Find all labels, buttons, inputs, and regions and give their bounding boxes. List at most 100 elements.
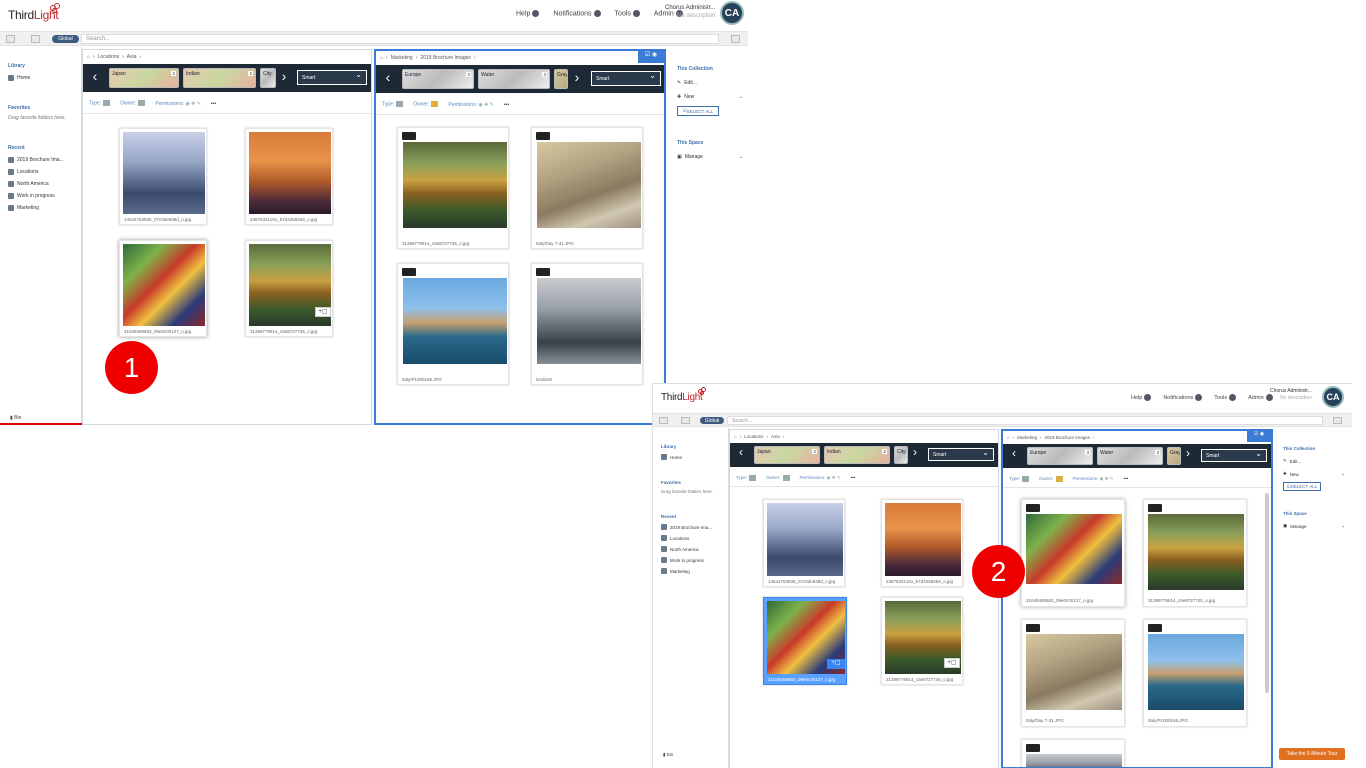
search-input[interactable]: Search... (727, 416, 1323, 425)
owner-filter[interactable]: Owner: (1039, 475, 1063, 482)
asset-card-selected[interactable]: 31049459683_09e0c00127_o.jpg +▢ (763, 597, 847, 685)
toggle-right-panel-button[interactable] (1333, 417, 1342, 424)
sort-dropdown[interactable]: Smart (928, 448, 994, 461)
manage-menu[interactable]: ▣ Manage ⌄ (1283, 523, 1345, 529)
bin-link[interactable]: ▮ Bin (10, 415, 21, 421)
tools-link[interactable]: Tools (1214, 394, 1237, 401)
recent-item[interactable]: Marketing (661, 568, 720, 574)
toggle-left-panel-button[interactable] (6, 35, 15, 43)
chevron-left-icon[interactable]: ‹ (1005, 446, 1023, 460)
asset-card[interactable]: 23876331191_b7d4258459_o.jpg (245, 128, 333, 225)
subfolder-chip[interactable]: Japan 2 (109, 68, 179, 88)
asset-card[interactable]: london0 (531, 263, 643, 385)
avatar[interactable]: CA (720, 1, 744, 25)
breadcrumb-item[interactable]: Asia (127, 54, 137, 60)
subfolder-chip[interactable]: City (894, 446, 908, 464)
add-to-collection-icon[interactable]: +▢ (944, 658, 960, 668)
recent-item[interactable]: 2019 Brochure Ima... (661, 524, 720, 530)
sidebar-item-home[interactable]: Home (8, 75, 73, 81)
breadcrumb-item[interactable]: Marketing (1017, 435, 1037, 440)
recent-item[interactable]: Work in progress (661, 557, 720, 563)
asset-card[interactable]: Italy/Day 7-31.JPG (1021, 619, 1125, 727)
breadcrumb-item[interactable]: Asia (771, 434, 780, 439)
owner-filter[interactable]: Owner: (766, 474, 790, 481)
recent-item[interactable]: Marketing (8, 205, 73, 211)
subfolder-chip[interactable]: Europe 3 (1027, 447, 1093, 465)
bin-link[interactable]: ▮ Bin (663, 752, 673, 758)
subfolder-chip[interactable]: Gray (1167, 447, 1181, 465)
breadcrumb-item[interactable]: Marketing (391, 55, 413, 61)
breadcrumb-item[interactable]: Locations (98, 54, 119, 60)
select-all-button[interactable]: ☑ SELECT ALL (1283, 482, 1321, 491)
recent-item[interactable]: Work in progress (8, 193, 73, 199)
asset-card[interactable]: 31389776814_c5e8727745_o.jpg (397, 127, 509, 249)
chevron-left-icon[interactable]: ‹ (732, 445, 750, 459)
subfolder-chip[interactable]: Water 3 (1097, 447, 1163, 465)
subfolder-chip[interactable]: Europe 3 (402, 69, 474, 89)
asset-card[interactable]: Italy/Day 7-31.JPG (531, 127, 643, 249)
home-icon[interactable]: ⌂ (734, 434, 737, 439)
avatar[interactable]: CA (1322, 386, 1344, 408)
subfolder-chip[interactable]: City (260, 68, 276, 88)
manage-menu[interactable]: ▣ Manage ⌄ (677, 154, 743, 160)
select-all-button[interactable]: ☑ SELECT ALL (677, 106, 719, 116)
more-filters-button[interactable]: ••• (504, 102, 509, 108)
subfolder-chip[interactable]: Japan 2 (754, 446, 820, 464)
asset-card[interactable] (1021, 739, 1125, 767)
home-icon[interactable]: ⌂ (380, 55, 383, 61)
chevron-right-icon[interactable]: › (1181, 446, 1195, 460)
sidebar-item-home[interactable]: Home (661, 454, 720, 460)
chevron-left-icon[interactable]: ‹ (85, 68, 105, 84)
recent-item[interactable]: Locations (661, 535, 720, 541)
owner-filter[interactable]: Owner: (413, 101, 439, 108)
toggle-view-button[interactable] (681, 417, 690, 424)
pane-actions-icon[interactable]: ☑ ◉ (1247, 431, 1271, 442)
type-filter[interactable]: Type: (382, 101, 404, 108)
permissions-filter[interactable]: Permissions: ◉ ✥ ✎ (1073, 476, 1114, 482)
subfolder-chip[interactable]: Water 3 (478, 69, 550, 89)
type-filter[interactable]: Type: (89, 100, 111, 107)
asset-card[interactable]: 31389776814_c5e8727745_o.jpg +▢ (245, 240, 333, 337)
recent-item[interactable]: North America (661, 546, 720, 552)
tour-button[interactable]: Take the 5-Minute Tour (1279, 748, 1345, 760)
scrollbar[interactable] (1265, 493, 1269, 693)
home-icon[interactable]: ⌂ (87, 54, 90, 60)
more-filters-button[interactable]: ••• (1124, 476, 1129, 481)
type-filter[interactable]: Type: (736, 474, 757, 481)
tools-link[interactable]: Tools (615, 10, 640, 17)
chevron-left-icon[interactable]: ‹ (378, 69, 398, 85)
notifications-link[interactable]: Notifications (1163, 394, 1203, 401)
chevron-right-icon[interactable]: › (276, 68, 292, 84)
asset-card[interactable]: Italy/P1000168.JPG (1143, 619, 1247, 727)
permissions-filter[interactable]: Permissions: ◉ ✥ ✎ (155, 101, 201, 107)
search-input[interactable]: Search... (81, 34, 719, 44)
notifications-link[interactable]: Notifications (553, 10, 601, 17)
subfolder-chip[interactable]: Gray (554, 69, 568, 89)
subfolder-chip[interactable]: Indian 2 (183, 68, 256, 88)
help-link[interactable]: Help (1131, 394, 1152, 401)
search-scope-dropdown[interactable]: Global (700, 417, 724, 424)
user-info[interactable]: Chorus Administr... No description (665, 4, 715, 20)
asset-card-dragging[interactable]: 31049459683_09e0c00127_o.jpg (119, 240, 207, 337)
new-menu[interactable]: ✚ New ⌄ (677, 94, 743, 100)
asset-card[interactable]: 31389776814_c5e8727745_o.jpg +▢ (881, 597, 963, 685)
type-filter[interactable]: Type: (1009, 475, 1030, 482)
edit-collection-link[interactable]: ✎ Edit... (1283, 458, 1345, 464)
add-to-collection-icon[interactable]: +▢ (315, 307, 331, 317)
asset-card[interactable]: 31389776814_c5e8727745_o.jpg (1143, 499, 1247, 607)
breadcrumb-item[interactable]: 2019 Brochure Images (1044, 435, 1090, 440)
breadcrumb-item[interactable]: Locations (744, 434, 763, 439)
user-info[interactable]: Chorus Administr... No description (1270, 388, 1312, 402)
home-icon[interactable]: ⌂ (1007, 435, 1010, 440)
edit-collection-link[interactable]: ✎ Edit... (677, 80, 743, 86)
sort-dropdown[interactable]: Smart (1201, 449, 1267, 462)
recent-item[interactable]: North America (8, 181, 73, 187)
help-link[interactable]: Help (516, 10, 540, 17)
asset-card[interactable]: 14542763536_07c0de938d_o.jpg (763, 499, 845, 587)
asset-card[interactable]: 23876331191_b7d4258459_o.jpg (881, 499, 963, 587)
more-filters-button[interactable]: ••• (211, 101, 216, 107)
toggle-right-panel-button[interactable] (731, 35, 740, 43)
owner-filter[interactable]: Owner: (120, 100, 146, 107)
asset-card-new[interactable]: 31049459683_09e0c00127_o.jpg (1021, 499, 1125, 607)
thirdlight-logo[interactable]: ThirdLight (661, 392, 703, 403)
